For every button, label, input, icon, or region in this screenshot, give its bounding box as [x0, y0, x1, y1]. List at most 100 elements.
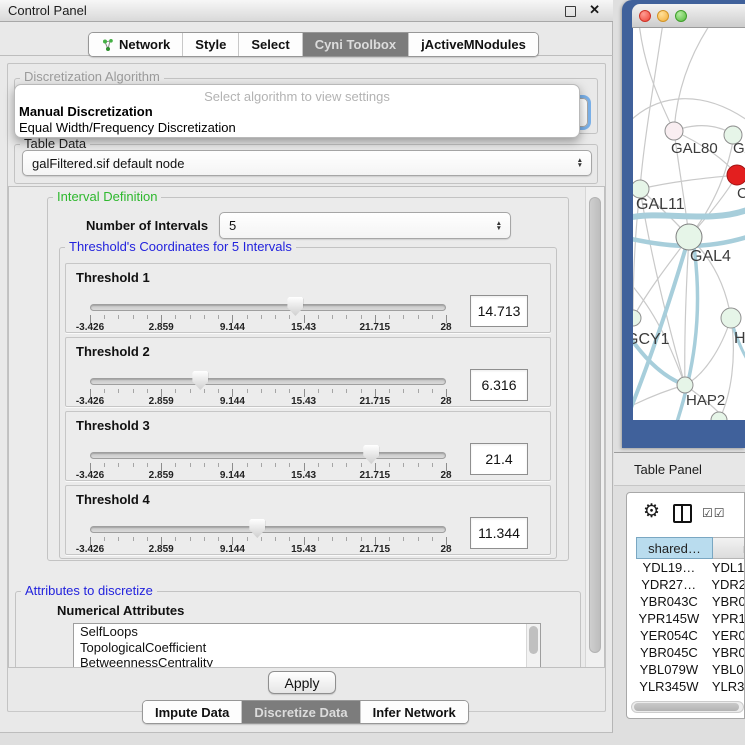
table-horizontal-scrollbar[interactable] — [631, 701, 744, 713]
attribute-list-item[interactable]: SelfLoops — [74, 624, 540, 640]
number-of-intervals-value: 5 — [229, 218, 236, 233]
network-view-window[interactable]: GAL80 GA C GAL11 GAL4 GCY1 H HAP2 — [622, 0, 745, 448]
threshold-slider-track[interactable] — [90, 378, 446, 385]
table-data-combobox[interactable]: galFiltered.sif default node ▲▼ — [22, 150, 592, 176]
tick-label: -3.426 — [76, 544, 104, 555]
node-label-gal11: GAL11 — [636, 196, 685, 213]
control-panel-titlebar: Control Panel ✕ — [0, 0, 613, 22]
table-row[interactable]: YLR345WYLR3 — [636, 678, 745, 695]
tab-select[interactable]: Select — [239, 33, 302, 56]
column-header-shared-name[interactable]: shared… — [636, 537, 713, 559]
tick-label: 15.43 — [291, 322, 316, 333]
tick-mark — [403, 537, 404, 541]
table-row[interactable]: YPR145WYPR1 — [636, 610, 745, 627]
tab-impute-data[interactable]: Impute Data — [143, 701, 242, 723]
threshold-value-field[interactable]: 14.713 — [470, 295, 528, 327]
cell-shared-name: YBL079W — [636, 662, 702, 677]
cell-name: YIL0 — [702, 696, 745, 699]
cell-name: YPR1 — [702, 611, 745, 626]
tick-label: 28 — [440, 470, 451, 481]
tick-mark — [175, 315, 176, 319]
node-h[interactable] — [721, 308, 741, 328]
node-red-selected[interactable] — [727, 165, 745, 185]
node-bottom-partial[interactable] — [711, 412, 727, 420]
tab-network[interactable]: Network — [89, 33, 183, 56]
number-of-intervals-combobox[interactable]: 5 ▲▼ — [219, 212, 511, 239]
table-row[interactable]: YDL19…YDL1 — [636, 559, 745, 576]
threshold-value-field[interactable]: 6.316 — [470, 369, 528, 401]
network-window-titlebar[interactable] — [632, 4, 745, 28]
cell-name: YDL1 — [702, 560, 745, 575]
column-header-name[interactable]: na — [713, 537, 745, 559]
gear-icon[interactable]: ⚙ — [643, 500, 660, 523]
threshold-panel: Threshold 3 -3.4262.8599.14415.4321.7152… — [65, 411, 551, 481]
threshold-value-field[interactable]: 21.4 — [470, 443, 528, 475]
threshold-slider-track[interactable] — [90, 452, 446, 459]
tick-mark — [275, 537, 276, 541]
threshold-panel: Threshold 1 -3.4262.8599.14415.4321.7152… — [65, 263, 551, 333]
tick-label: -3.426 — [76, 322, 104, 333]
threshold-slider-thumb[interactable] — [287, 297, 303, 316]
threshold-slider-thumb[interactable] — [363, 445, 379, 464]
threshold-slider-thumb[interactable] — [192, 371, 208, 390]
zoom-traffic-light[interactable] — [675, 10, 687, 22]
attribute-list-item[interactable]: TopologicalCoefficient — [74, 640, 540, 656]
tick-label: -3.426 — [76, 470, 104, 481]
minimize-traffic-light[interactable] — [657, 10, 669, 22]
tick-mark — [118, 463, 119, 467]
apply-button[interactable]: Apply — [268, 671, 336, 694]
tick-mark — [289, 537, 290, 541]
split-columns-icon[interactable] — [673, 504, 692, 523]
table-scrollbar-thumb[interactable] — [634, 703, 739, 711]
attribute-list-item[interactable]: BetweennessCentrality — [74, 655, 540, 668]
threshold-slider-track[interactable] — [90, 304, 446, 311]
slider-scale-labels: -3.4262.8599.14415.4321.71528 — [90, 470, 446, 480]
dropdown-option-manual-discretization[interactable]: Manual Discretization — [19, 104, 153, 119]
node-gcy1[interactable] — [633, 310, 641, 326]
tick-label: 21.715 — [360, 544, 391, 555]
cell-shared-name: YBR045C — [636, 645, 702, 660]
close-traffic-light[interactable] — [639, 10, 651, 22]
network-canvas[interactable]: GAL80 GA C GAL11 GAL4 GCY1 H HAP2 — [633, 28, 745, 420]
attributes-list-scrollbar[interactable] — [526, 624, 540, 668]
dropdown-option-equal-width[interactable]: Equal Width/Frequency Discretization — [19, 120, 236, 135]
node-gal80[interactable] — [665, 122, 683, 140]
table-row[interactable]: YIL052CYIL0 — [636, 695, 745, 699]
tick-label: 15.43 — [291, 396, 316, 407]
attributes-scrollbar-thumb[interactable] — [529, 626, 538, 654]
tick-mark — [361, 315, 362, 319]
tab-cyni-toolbox[interactable]: Cyni Toolbox — [303, 33, 409, 56]
node-hap2[interactable] — [677, 377, 693, 393]
float-window-icon[interactable] — [565, 6, 576, 17]
threshold-panel: Threshold 2 -3.4262.8599.14415.4321.7152… — [65, 337, 551, 407]
close-icon[interactable]: ✕ — [589, 2, 600, 18]
table-row[interactable]: YBR043CYBR0 — [636, 593, 745, 610]
tab-discretize-data[interactable]: Discretize Data — [242, 701, 360, 723]
tick-mark — [432, 389, 433, 393]
table-row[interactable]: YDR27…YDR2 — [636, 576, 745, 593]
network-graph: GAL80 GA C GAL11 GAL4 GCY1 H HAP2 — [633, 28, 745, 420]
threshold-value-field[interactable]: 11.344 — [470, 517, 528, 549]
settings-scrollbar-thumb[interactable] — [589, 197, 601, 653]
settings-scrollbar[interactable] — [585, 187, 605, 667]
tick-mark — [361, 537, 362, 541]
table-row[interactable]: YBR045CYBR0 — [636, 644, 745, 661]
select-columns-icon[interactable]: ☑☑ — [702, 506, 726, 520]
threshold-slider-thumb[interactable] — [249, 519, 265, 538]
threshold-slider-track[interactable] — [90, 526, 446, 533]
dropdown-placeholder-item[interactable]: Select algorithm to view settings — [15, 89, 579, 104]
tab-jactivemnodules[interactable]: jActiveMNodules — [409, 33, 538, 56]
cyni-mode-tabbar: Impute Data Discretize Data Infer Networ… — [142, 700, 469, 724]
tab-infer-network[interactable]: Infer Network — [361, 701, 468, 723]
cell-name: YBL0 — [702, 662, 745, 677]
tab-network-label: Network — [119, 37, 170, 52]
tab-style[interactable]: Style — [183, 33, 239, 56]
tick-mark — [204, 389, 205, 393]
numerical-attributes-list[interactable]: SelfLoopsTopologicalCoefficientBetweenne… — [73, 623, 541, 668]
table-row[interactable]: YER054CYER0 — [636, 627, 745, 644]
table-row[interactable]: YBL079WYBL0 — [636, 661, 745, 678]
tick-label: 28 — [440, 396, 451, 407]
threshold-panel: Threshold 4 -3.4262.8599.14415.4321.7152… — [65, 485, 551, 555]
node-gal4[interactable] — [676, 224, 702, 250]
tick-mark — [190, 315, 191, 319]
